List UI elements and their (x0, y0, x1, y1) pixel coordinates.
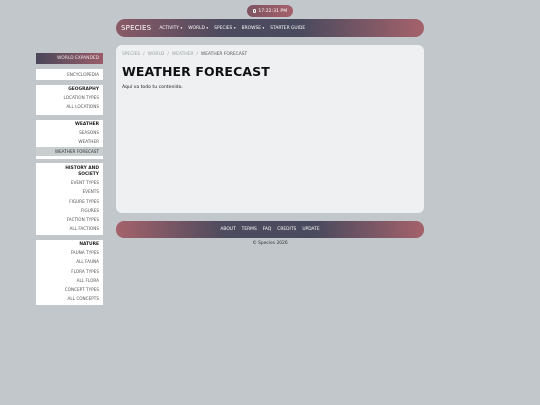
sidebar-item-encyclopedia[interactable]: ENCYCLOPEDIA (36, 70, 103, 79)
breadcrumb-world[interactable]: WORLD (148, 52, 165, 57)
sidebar-history-box: HISTORY AND SOCIETY EVENT TYPES EVENTS F… (36, 163, 103, 235)
page-content-text: Aquí va todo tu contenido. (122, 85, 183, 90)
sidebar-item-concept-types[interactable]: CONCEPT TYPES (36, 285, 103, 294)
clock-badge: 17:22:31 PM (247, 5, 293, 17)
sidebar-item-flora-types[interactable]: FLORA TYPES (36, 267, 103, 276)
sidebar-nature-box: NATURE FAUNA TYPES ALL FAUNA FLORA TYPES… (36, 240, 103, 305)
sidebar-weather-box: WEATHER SEASONS WEATHER WEATHER FORECAST (36, 120, 103, 159)
sidebar-item-location-types[interactable]: LOCATION TYPES (36, 93, 103, 102)
sidebar-encyclopedia-box: ENCYCLOPEDIA (36, 69, 103, 80)
sidebar-item-all-fauna[interactable]: ALL FAUNA (36, 257, 103, 266)
chevron-down-icon: ▾ (206, 26, 209, 30)
footer-link-faq[interactable]: FAQ (263, 227, 272, 232)
breadcrumb-weather[interactable]: WEATHER (172, 52, 194, 57)
sidebar-item-figure-types[interactable]: FIGURE TYPES (36, 197, 103, 206)
sidebar-item-all-factions[interactable]: ALL FACTIONS (36, 224, 103, 233)
page-title: WEATHER FORECAST (122, 64, 270, 79)
sidebar-item-all-locations[interactable]: ALL LOCATIONS (36, 102, 103, 111)
top-navbar: SPECIES ACTIVITY ▾ WORLD ▾ SPECIES ▾ BROWSE… (116, 19, 424, 37)
sidebar-item-weather-forecast[interactable]: WEATHER FORECAST (36, 146, 103, 156)
main-content-panel: SPECIES / WORLD / WEATHER / WEATHER FORE… (116, 45, 424, 213)
sidebar-header: WORLD EXPANDED (36, 53, 103, 64)
brand-link[interactable]: SPECIES (121, 24, 151, 32)
footer-link-credits[interactable]: CREDITS (277, 227, 296, 232)
copyright-text: © Species 2026 (252, 241, 288, 246)
clock-icon (252, 9, 257, 13)
nav-activity[interactable]: ACTIVITY ▾ (159, 26, 182, 31)
chevron-down-icon: ▾ (262, 26, 265, 30)
chevron-down-icon: ▾ (180, 26, 183, 30)
breadcrumb-separator: / (196, 52, 198, 57)
breadcrumb-current: WEATHER FORECAST (200, 52, 248, 57)
sidebar-item-seasons[interactable]: SEASONS (36, 128, 103, 137)
nav-world[interactable]: WORLD ▾ (188, 26, 208, 31)
nav-browse[interactable]: BROWSE ▾ (242, 26, 265, 31)
sidebar-item-figures[interactable]: FIGURES (36, 206, 103, 215)
clock-time: 17:22:31 PM (258, 8, 288, 14)
footer-link-about[interactable]: ABOUT (220, 227, 235, 232)
sidebar-item-fauna-types[interactable]: FAUNA TYPES (36, 248, 103, 257)
sidebar-item-all-flora[interactable]: ALL FLORA (36, 276, 103, 285)
sidebar-item-faction-types[interactable]: FACTION TYPES (36, 215, 103, 224)
footer-link-update[interactable]: UPDATE (302, 227, 319, 232)
breadcrumb-species[interactable]: SPECIES (122, 52, 140, 57)
sidebar-item-weather[interactable]: WEATHER (36, 137, 103, 146)
sidebar-item-event-types[interactable]: EVENT TYPES (36, 178, 103, 187)
footer-bar: ABOUT TERMS FAQ CREDITS UPDATE (116, 221, 424, 238)
sidebar-geography-box: GEOGRAPHY LOCATION TYPES ALL LOCATIONS (36, 85, 103, 115)
breadcrumb-separator: / (167, 52, 169, 57)
sidebar-item-events[interactable]: EVENTS (36, 187, 103, 196)
sidebar-item-all-concepts[interactable]: ALL CONCEPTS (36, 294, 103, 303)
breadcrumb-separator: / (143, 52, 145, 57)
footer-link-terms[interactable]: TERMS (242, 227, 257, 232)
nav-starter-guide[interactable]: STARTER GUIDE (270, 26, 305, 31)
chevron-down-icon: ▾ (233, 26, 236, 30)
nav-species[interactable]: SPECIES ▾ (214, 26, 235, 31)
breadcrumb: SPECIES / WORLD / WEATHER / WEATHER FORE… (122, 52, 247, 57)
